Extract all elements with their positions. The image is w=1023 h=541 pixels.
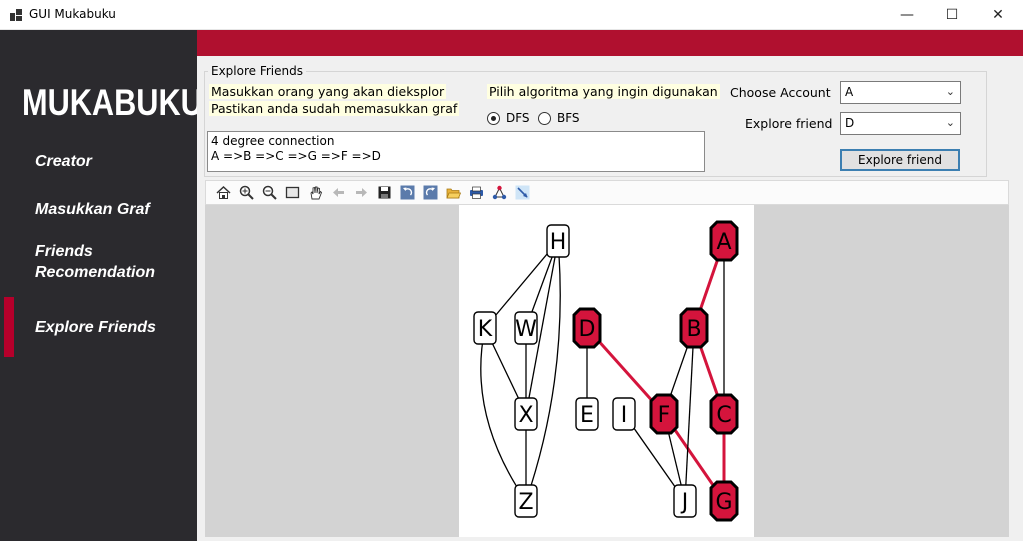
- layout-icon[interactable]: [490, 183, 509, 202]
- app-icon: [10, 9, 22, 21]
- graph-toolbar: [205, 180, 1009, 205]
- result-line-2: A =>B =>C =>G =>F =>D: [211, 149, 381, 163]
- groupbox-title: Explore Friends: [208, 64, 306, 78]
- graph-node-label: D: [579, 317, 596, 342]
- explore-friend-label: Explore friend: [745, 116, 833, 131]
- graph-node-label: C: [716, 403, 731, 428]
- radio-dfs-indicator: [487, 111, 500, 125]
- instruction-line-1: Masukkan orang yang akan dieksplor: [209, 84, 447, 99]
- graph-node-x[interactable]: X: [514, 397, 538, 431]
- graph-node-label: Z: [518, 490, 533, 515]
- redo-icon[interactable]: [421, 183, 440, 202]
- choose-account-dropdown[interactable]: A ⌄: [840, 81, 961, 104]
- graph-node-label: E: [580, 403, 594, 428]
- fit-icon[interactable]: [283, 183, 302, 202]
- window-title: GUI Mukabuku: [29, 7, 116, 21]
- open-folder-icon[interactable]: [444, 183, 463, 202]
- graph-node-w[interactable]: W: [514, 311, 538, 345]
- sidebar-item-masukkan-graf[interactable]: Masukkan Graf: [35, 199, 150, 220]
- graph-node-label: G: [715, 490, 732, 515]
- header-band: [197, 30, 1023, 56]
- chevron-down-icon: ⌄: [945, 116, 955, 129]
- graph-node-c[interactable]: C: [709, 393, 739, 435]
- result-textbox[interactable]: 4 degree connection A =>B =>C =>G =>F =>…: [207, 131, 705, 172]
- sidebar-item-creator[interactable]: Creator: [35, 151, 92, 172]
- sidebar: MUKABUKU: [0, 30, 203, 541]
- graph-node-label: B: [686, 317, 701, 342]
- close-button[interactable]: ✕: [975, 0, 1021, 30]
- back-arrow-icon[interactable]: [329, 183, 348, 202]
- graph-node-label: F: [658, 403, 671, 428]
- forward-arrow-icon[interactable]: [352, 183, 371, 202]
- radio-dfs-label: DFS: [506, 111, 530, 125]
- graph-node-z[interactable]: Z: [514, 484, 538, 518]
- zoom-out-icon[interactable]: [260, 183, 279, 202]
- graph-canvas[interactable]: H KW X Z D E I F J A B C G: [459, 205, 754, 537]
- explore-friend-button[interactable]: Explore friend: [840, 149, 960, 171]
- pan-hand-icon[interactable]: [306, 183, 325, 202]
- brand-logo: MUKABUKU: [22, 82, 203, 123]
- graph-drawing: H K W X Z D E I F J A B C G: [473, 220, 739, 522]
- radio-dfs[interactable]: DFS: [487, 111, 530, 125]
- explore-friend-value: D: [845, 116, 855, 130]
- zoom-in-icon[interactable]: [237, 183, 256, 202]
- title-bar: GUI Mukabuku — ☐ ✕: [0, 0, 1023, 30]
- active-indicator: [4, 297, 14, 357]
- home-icon[interactable]: [214, 183, 233, 202]
- graph-node-d[interactable]: D: [572, 307, 602, 349]
- pointer-icon[interactable]: [513, 183, 532, 202]
- algorithm-label: Pilih algoritma yang ingin digunakan: [487, 84, 720, 99]
- graph-node-h[interactable]: H: [546, 224, 570, 258]
- maximize-icon: ☐: [945, 7, 959, 23]
- graph-node-j[interactable]: J: [673, 484, 697, 518]
- graph-node-label: A: [716, 230, 731, 255]
- explore-friend-dropdown[interactable]: D ⌄: [840, 112, 961, 135]
- radio-bfs[interactable]: BFS: [538, 111, 580, 125]
- sidebar-item-explore-friends[interactable]: Explore Friends: [35, 317, 156, 338]
- graph-node-i[interactable]: I: [612, 397, 636, 431]
- graph-node-e[interactable]: E: [575, 397, 599, 431]
- graph-node-b[interactable]: B: [679, 307, 709, 349]
- radio-bfs-indicator: [538, 111, 551, 125]
- instruction-line-2: Pastikan anda sudah memasukkan graf: [209, 101, 460, 116]
- chevron-down-icon: ⌄: [945, 85, 955, 98]
- graph-node-label: I: [621, 403, 628, 428]
- radio-bfs-label: BFS: [557, 111, 580, 125]
- graph-node-label: X: [518, 403, 533, 428]
- choose-account-label: Choose Account: [730, 85, 831, 100]
- graph-edge-b-j: [684, 327, 695, 502]
- minimize-icon: —: [900, 7, 914, 23]
- maximize-button[interactable]: ☐: [929, 0, 975, 30]
- graph-node-label: K: [478, 317, 493, 342]
- graph-node-f[interactable]: F: [649, 393, 679, 435]
- graph-node-label: J: [680, 490, 689, 515]
- graph-node-a[interactable]: A: [709, 220, 739, 262]
- save-icon[interactable]: [375, 183, 394, 202]
- choose-account-value: A: [845, 85, 854, 99]
- sidebar-item-friends-recommendation[interactable]: Friends Recomendation: [35, 241, 155, 283]
- graph-node-label: H: [550, 230, 567, 255]
- close-icon: ✕: [992, 7, 1004, 23]
- graph-node-label: W: [515, 317, 537, 342]
- result-line-1: 4 degree connection: [211, 134, 335, 148]
- print-icon[interactable]: [467, 183, 486, 202]
- minimize-button[interactable]: —: [884, 0, 930, 30]
- graph-node-g[interactable]: G: [709, 480, 739, 522]
- undo-icon[interactable]: [398, 183, 417, 202]
- graph-node-k[interactable]: K: [473, 311, 497, 345]
